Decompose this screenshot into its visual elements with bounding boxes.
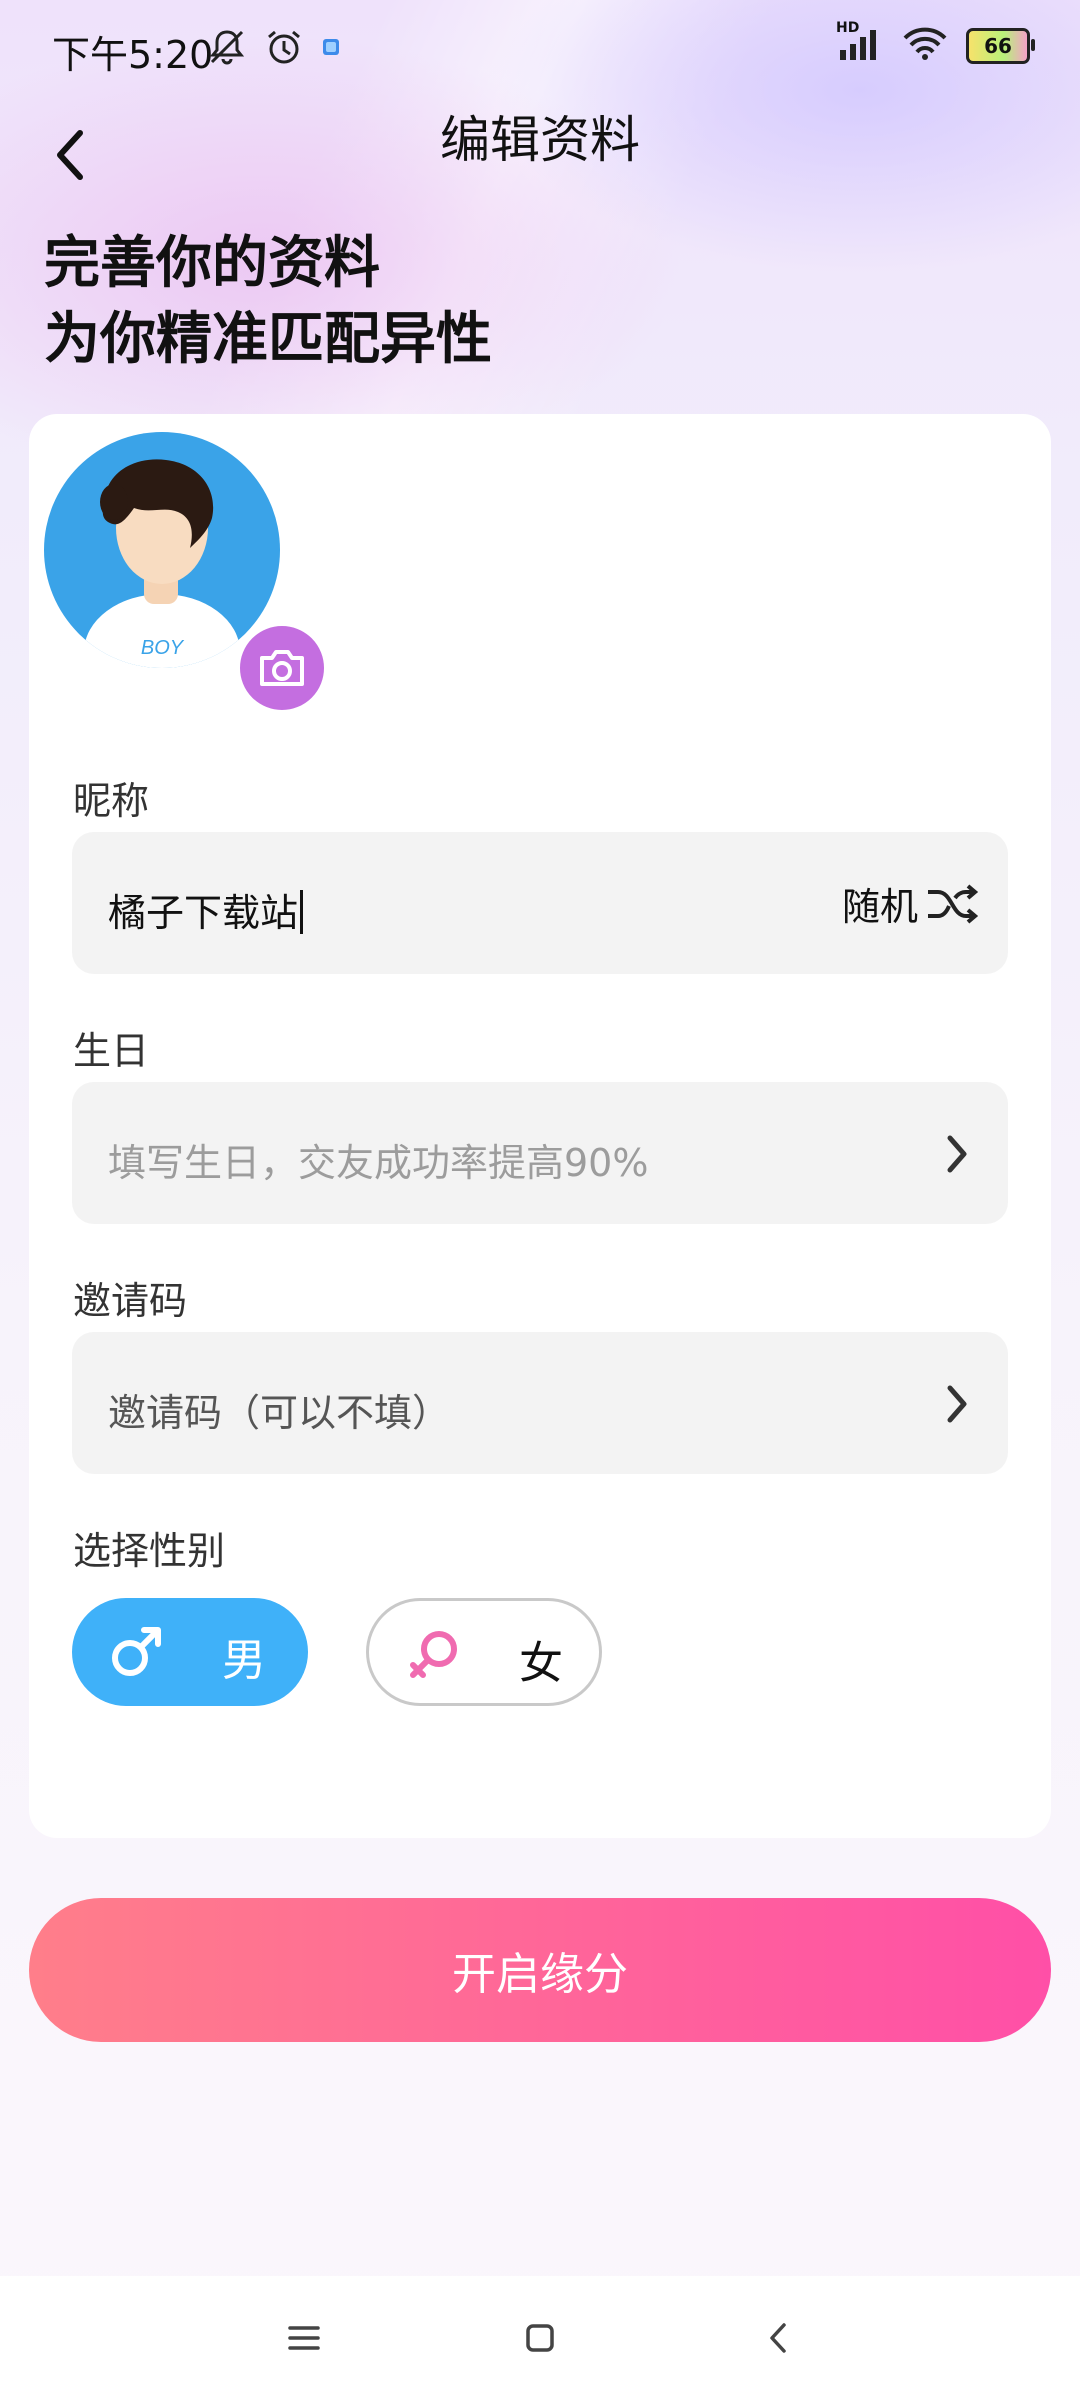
home-icon[interactable] [510, 2318, 570, 2358]
back-icon[interactable] [748, 2318, 808, 2358]
profile-card: BOY 昵称 橘子下载站 随机 生日 填写生日，交友成功率提高90% 邀请码 邀… [29, 414, 1051, 1838]
invite-code-placeholder: 邀请码（可以不填） [108, 1391, 451, 1435]
birthday-field[interactable]: 填写生日，交友成功率提高90% [72, 1082, 1008, 1224]
start-button-label: 开启缘分 [452, 1949, 628, 2000]
alarm-icon [264, 27, 304, 71]
network-label: HD [836, 20, 860, 36]
nickname-value: 橘子下载站 [108, 891, 299, 935]
invite-code-label: 邀请码 [73, 1279, 188, 1323]
gender-female-label: 女 [519, 1638, 563, 1689]
nickname-field[interactable]: 橘子下载站 随机 [72, 832, 1008, 974]
invite-code-field[interactable]: 邀请码（可以不填） [72, 1332, 1008, 1474]
status-icons-right: HD 66 [836, 20, 1035, 66]
headline: 完善你的资料 为你精准匹配异性 [44, 226, 492, 378]
headline-line-1: 完善你的资料 [44, 231, 380, 296]
female-symbol-icon [410, 1631, 457, 1678]
chevron-right-icon [947, 1135, 967, 1173]
avatar[interactable]: BOY [44, 432, 328, 714]
birthday-label: 生日 [73, 1029, 150, 1073]
camera-icon [260, 650, 304, 686]
status-time: 下午5:20 [52, 33, 214, 77]
male-symbol-icon [112, 1627, 161, 1676]
notification-dot-icon [320, 36, 342, 62]
signal-icon: HD [836, 20, 884, 66]
avatar-image: BOY [44, 432, 280, 668]
status-icons-left [206, 26, 342, 72]
gender-male-button[interactable]: 男 [72, 1598, 308, 1706]
bell-muted-icon [206, 26, 248, 72]
text-caret [300, 890, 304, 934]
random-label: 随机 [841, 885, 918, 929]
menu-icon[interactable] [274, 2318, 334, 2358]
system-nav-bar [0, 2276, 1080, 2400]
nickname-label: 昵称 [73, 779, 150, 823]
wifi-icon [902, 26, 948, 66]
birthday-placeholder: 填写生日，交友成功率提高90% [108, 1141, 649, 1185]
random-nickname-button[interactable]: 随机 [842, 876, 978, 931]
gender-male-label: 男 [222, 1635, 266, 1686]
page-title: 编辑资料 [440, 111, 640, 169]
battery-icon: 66 [966, 28, 1035, 64]
start-button[interactable]: 开启缘分 [29, 1898, 1051, 2042]
nickname-input[interactable]: 橘子下载站 [108, 882, 304, 937]
shuffle-icon [928, 883, 978, 924]
camera-button[interactable] [236, 622, 328, 714]
headline-line-2: 为你精准匹配异性 [44, 307, 492, 372]
avatar-shirt-text: BOY [141, 637, 185, 659]
gender-label: 选择性别 [73, 1529, 226, 1573]
status-bar: 下午5:20 HD 66 [0, 0, 1080, 100]
chevron-right-icon [947, 1385, 967, 1423]
gender-female-button[interactable]: 女 [366, 1598, 602, 1706]
battery-level: 66 [984, 34, 1012, 58]
